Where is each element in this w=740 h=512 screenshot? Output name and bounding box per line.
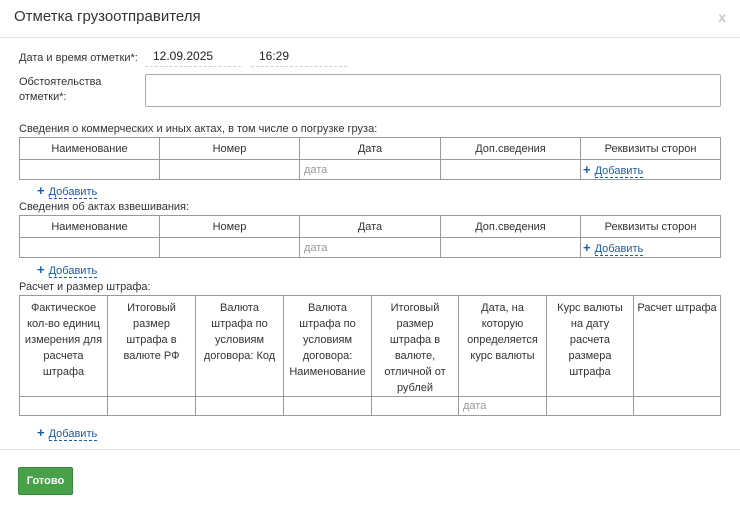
- shipper-mark-dialog: Отметка грузоотправителя x Дата и время …: [0, 0, 740, 512]
- weighing-acts-title: Сведения об актах взвешивания:: [19, 201, 190, 213]
- done-button[interactable]: Готово: [18, 467, 73, 495]
- column-header: Валюта штрафа по условиям договора: Код: [195, 295, 284, 397]
- time-input[interactable]: 16:29: [251, 48, 347, 67]
- date-cell[interactable]: дата: [299, 237, 441, 258]
- add-parties-link-label: Добавить: [594, 243, 644, 256]
- add-commercial-act-label: Добавить: [48, 186, 98, 199]
- add-weighing-act-link[interactable]: + Добавить: [37, 262, 98, 278]
- table-header-row: Наименование Номер Дата Доп.сведения Рек…: [19, 137, 721, 160]
- add-fine-link[interactable]: + Добавить: [37, 425, 98, 441]
- circumstances-label-line1: Обстоятельства: [19, 76, 102, 88]
- currency-code-cell[interactable]: [195, 396, 284, 416]
- currency-name-cell[interactable]: [283, 396, 372, 416]
- name-cell[interactable]: [19, 159, 160, 180]
- dialog-footer: Готово: [0, 449, 740, 512]
- close-icon[interactable]: x: [718, 9, 726, 25]
- plus-icon: +: [583, 162, 591, 177]
- fine-calc-cell[interactable]: [633, 396, 721, 416]
- date-cell[interactable]: дата: [299, 159, 441, 180]
- plus-icon: +: [37, 183, 45, 198]
- column-header: Итоговый размер штрафа в валюте РФ: [107, 295, 196, 397]
- add-commercial-act-link[interactable]: + Добавить: [37, 183, 98, 199]
- commercial-acts-title: Сведения о коммерческих и иных актах, в …: [19, 123, 378, 135]
- column-header: Итоговый размер штрафа в валюте, отлично…: [371, 295, 459, 397]
- dialog-title: Отметка грузоотправителя: [14, 8, 201, 25]
- add-parties-link[interactable]: + Добавить: [583, 162, 644, 178]
- column-header: Фактическое кол-во единиц измерения для …: [19, 295, 108, 397]
- add-weighing-act-label: Добавить: [48, 265, 98, 278]
- column-header: Дата: [299, 215, 441, 238]
- add-parties-link[interactable]: + Добавить: [583, 240, 644, 256]
- name-cell[interactable]: [19, 237, 160, 258]
- column-header: Дата, на которую определяется курс валют…: [458, 295, 547, 397]
- plus-icon: +: [37, 425, 45, 440]
- datetime-label: Дата и время отметки*:: [19, 52, 138, 64]
- circumstances-label: Обстоятельства отметки*:: [19, 75, 101, 105]
- weighing-acts-table: Наименование Номер Дата Доп.сведения Рек…: [19, 215, 721, 258]
- parties-cell: + Добавить: [580, 237, 721, 258]
- column-header: Доп.сведения: [440, 215, 581, 238]
- add-fine-label: Добавить: [48, 428, 98, 441]
- column-header: Реквизиты сторон: [580, 137, 721, 160]
- fine-table: Фактическое кол-во единиц измерения для …: [19, 295, 721, 416]
- column-header: Номер: [159, 137, 300, 160]
- column-header: Курс валюты на дату расчета размера штра…: [546, 295, 634, 397]
- exchange-rate-cell[interactable]: [546, 396, 634, 416]
- circumstances-textarea[interactable]: [145, 74, 721, 107]
- parties-cell: + Добавить: [580, 159, 721, 180]
- commercial-acts-table: Наименование Номер Дата Доп.сведения Рек…: [19, 137, 721, 180]
- fine-foreign-cell[interactable]: [371, 396, 459, 416]
- table-row: дата + Добавить: [19, 159, 721, 180]
- column-header: Доп.сведения: [440, 137, 581, 160]
- plus-icon: +: [37, 262, 45, 277]
- add-parties-link-label: Добавить: [594, 165, 644, 178]
- number-cell[interactable]: [159, 237, 300, 258]
- table-row: дата: [19, 396, 721, 416]
- column-header: Расчет штрафа: [633, 295, 721, 397]
- rate-date-cell[interactable]: дата: [458, 396, 547, 416]
- date-input[interactable]: 12.09.2025: [145, 48, 241, 67]
- quantity-cell[interactable]: [19, 396, 108, 416]
- number-cell[interactable]: [159, 159, 300, 180]
- column-header: Реквизиты сторон: [580, 215, 721, 238]
- column-header: Дата: [299, 137, 441, 160]
- fine-title: Расчет и размер штрафа:: [19, 281, 151, 293]
- column-header: Номер: [159, 215, 300, 238]
- extra-info-cell[interactable]: [440, 159, 581, 180]
- extra-info-cell[interactable]: [440, 237, 581, 258]
- circumstances-label-line2: отметки*:: [19, 91, 67, 103]
- table-row: дата + Добавить: [19, 237, 721, 258]
- column-header: Наименование: [19, 137, 160, 160]
- plus-icon: +: [583, 240, 591, 255]
- table-header-row: Фактическое кол-во единиц измерения для …: [19, 295, 721, 397]
- table-header-row: Наименование Номер Дата Доп.сведения Рек…: [19, 215, 721, 238]
- fine-rub-cell[interactable]: [107, 396, 196, 416]
- dialog-header: Отметка грузоотправителя x: [0, 0, 740, 38]
- column-header: Наименование: [19, 215, 160, 238]
- column-header: Валюта штрафа по условиям договора: Наим…: [283, 295, 372, 397]
